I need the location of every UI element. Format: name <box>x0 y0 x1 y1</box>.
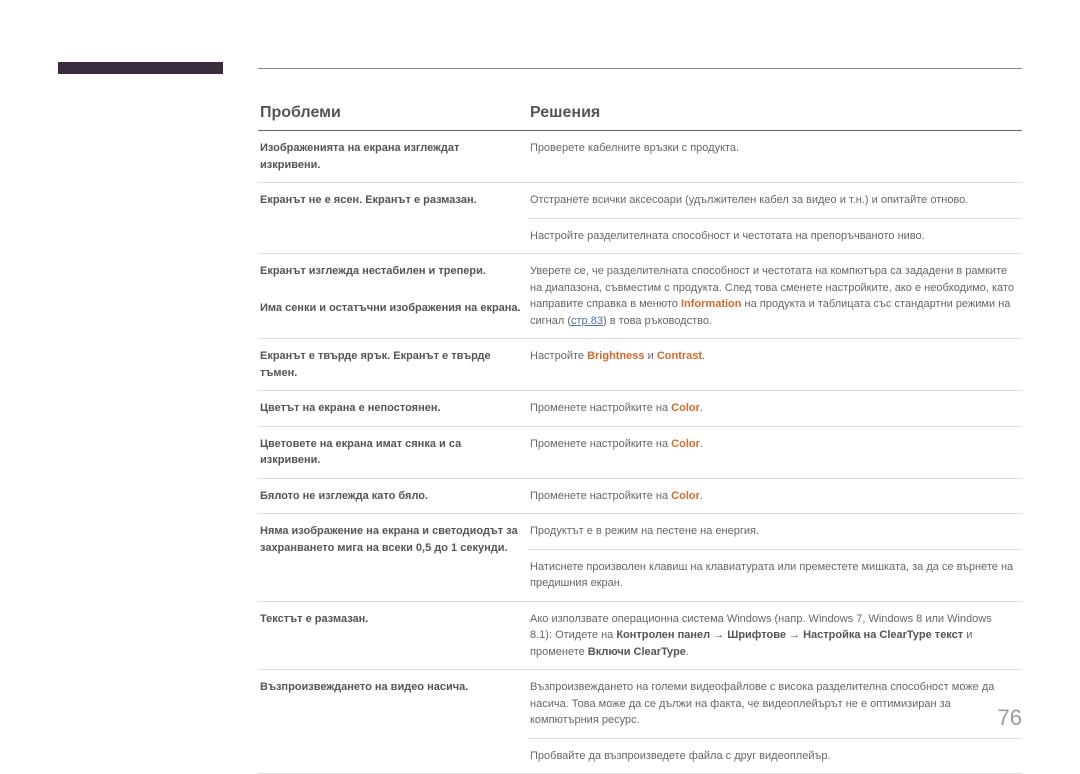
menu-ref-contrast: Contrast <box>657 350 702 362</box>
ui-path-enable-cleartype: Включи ClearType <box>588 646 686 658</box>
page-reference-link[interactable]: стр.83 <box>571 315 603 327</box>
table-row: Изображенията на екрана изглеждат изкрив… <box>258 131 1022 183</box>
solution-cell: Пробвайте да възпроизведете файла с друг… <box>528 738 1022 774</box>
menu-ref-color: Color <box>671 402 700 414</box>
problem-cell: Текстът е размазан. <box>258 601 528 670</box>
solution-cell: Ако използвате операционна система Windo… <box>528 601 1022 670</box>
ui-path-cleartype-setting: Настройка на ClearType текст <box>803 629 963 641</box>
menu-ref-color: Color <box>671 438 700 450</box>
solution-cell: Променете настройките на Color. <box>528 478 1022 514</box>
table-row: Цветовете на екрана имат сянка и са изкр… <box>258 426 1022 478</box>
ui-path-fonts: Шрифтове <box>727 629 786 641</box>
table-row: Екранът изглежда нестабилен и трепери. У… <box>258 254 1022 297</box>
solution-cell: Променете настройките на Color. <box>528 391 1022 427</box>
table-row: Екранът е твърде ярък. Екранът е твърде … <box>258 339 1022 391</box>
solution-cell: Възпроизвеждането на големи видеофайлове… <box>528 670 1022 739</box>
page-number: 76 <box>998 705 1022 731</box>
problem-cell: Изображенията на екрана изглеждат изкрив… <box>258 131 528 183</box>
solution-cell: Проверете кабелните връзки с продукта. <box>528 131 1022 183</box>
troubleshooting-table: Проблеми Решения Изображенията на екрана… <box>258 100 1022 774</box>
problem-cell: Няма изображение на екрана и светодиодът… <box>258 514 528 602</box>
solution-cell: Натиснете произволен клавиш на клавиатур… <box>528 549 1022 601</box>
column-header-solution: Решения <box>528 100 1022 131</box>
menu-ref-color: Color <box>671 490 700 502</box>
troubleshooting-table-container: Проблеми Решения Изображенията на екрана… <box>258 100 1022 774</box>
chapter-indicator-bar <box>58 62 223 74</box>
problem-cell: Бялото не изглежда като бяло. <box>258 478 528 514</box>
problem-cell: Има сенки и остатъчни изображения на екр… <box>258 296 528 339</box>
solution-cell: Продуктът е в режим на пестене на енерги… <box>528 514 1022 550</box>
page: Проблеми Решения Изображенията на екрана… <box>0 0 1080 763</box>
problem-cell: Възпроизвеждането на видео насича. <box>258 670 528 774</box>
problem-cell: Цветът на екрана е непостоянен. <box>258 391 528 427</box>
table-row: Бялото не изглежда като бяло. Променете … <box>258 478 1022 514</box>
menu-ref-information: Information <box>681 298 742 310</box>
solution-cell: Променете настройките на Color. <box>528 426 1022 478</box>
menu-ref-brightness: Brightness <box>587 350 644 362</box>
problem-cell: Цветовете на екрана имат сянка и са изкр… <box>258 426 528 478</box>
table-row: Няма изображение на екрана и светодиодът… <box>258 514 1022 550</box>
table-row: Цветът на екрана е непостоянен. Променет… <box>258 391 1022 427</box>
column-header-problem: Проблеми <box>258 100 528 131</box>
table-row: Текстът е размазан. Ако използвате опера… <box>258 601 1022 670</box>
header-rule <box>258 68 1022 69</box>
ui-path-control-panel: Контролен панел <box>616 629 710 641</box>
solution-cell: Отстранете всички аксесоари (удължителен… <box>528 183 1022 219</box>
problem-cell: Екранът е твърде ярък. Екранът е твърде … <box>258 339 528 391</box>
solution-cell: Уверете се, че разделителната способност… <box>528 254 1022 339</box>
problem-cell: Екранът не е ясен. Екранът е размазан. <box>258 183 528 254</box>
table-row: Възпроизвеждането на видео насича. Възпр… <box>258 670 1022 739</box>
problem-cell: Екранът изглежда нестабилен и трепери. <box>258 254 528 297</box>
solution-cell: Настройте разделителната способност и че… <box>528 218 1022 254</box>
solution-cell: Настройте Brightness и Contrast. <box>528 339 1022 391</box>
table-row: Екранът не е ясен. Екранът е размазан. О… <box>258 183 1022 219</box>
